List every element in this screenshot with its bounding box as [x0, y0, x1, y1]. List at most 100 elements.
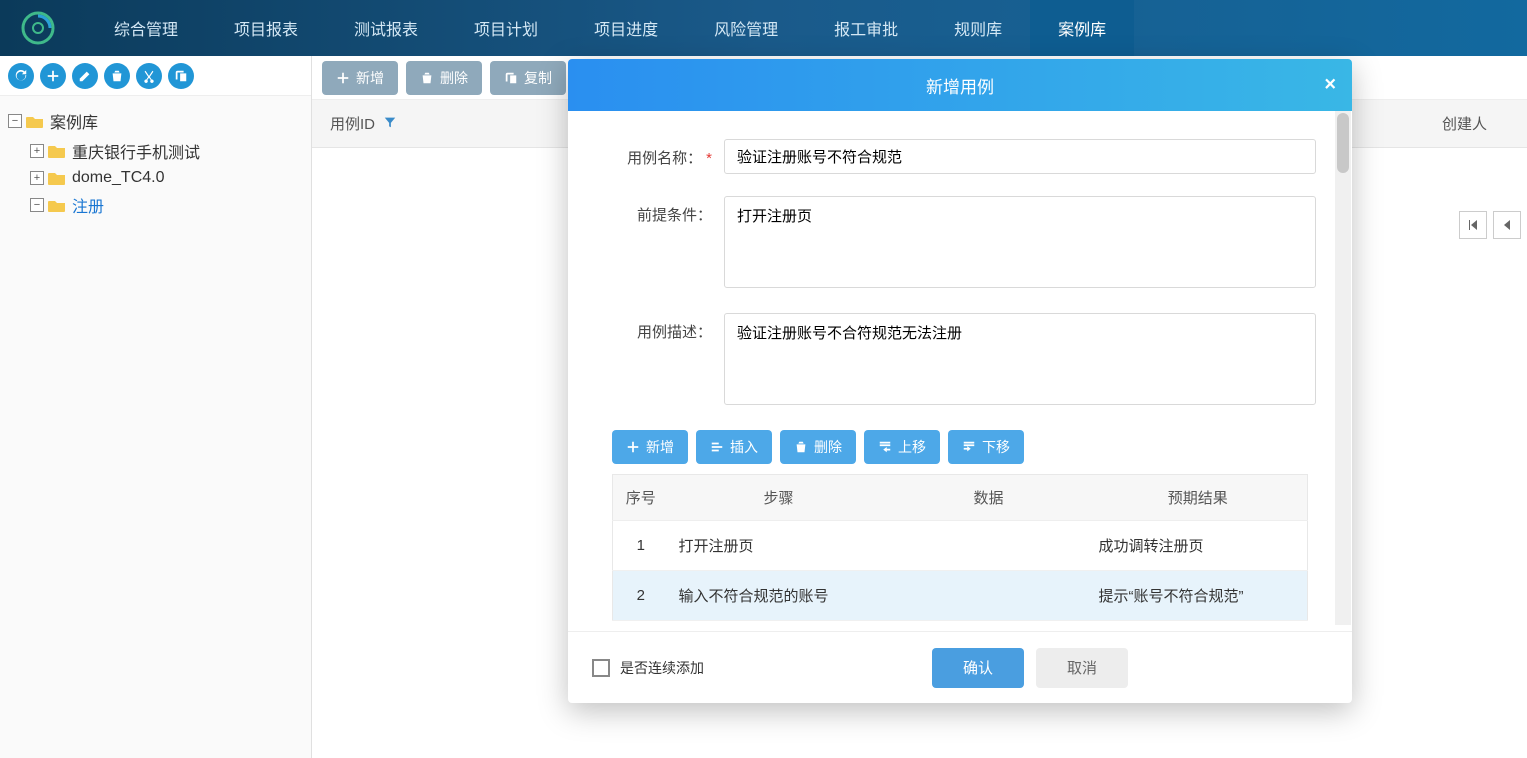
cell-seq: 1: [613, 521, 669, 571]
nav-item-3[interactable]: 项目计划: [446, 0, 566, 56]
cut-icon[interactable]: [136, 63, 162, 89]
cell-step: 输入不符合规范的账号: [669, 571, 889, 621]
continuous-add-label: 是否连续添加: [620, 658, 704, 678]
insert-icon: [710, 440, 724, 454]
add-usecase-modal: 新增用例 × 用例名称：* 前提条件： 打开注册页 用例描述： 验证注册账号不合…: [568, 59, 1352, 703]
copy-button[interactable]: 复制: [490, 61, 566, 95]
plus-icon: [626, 440, 640, 454]
tree-node-2-label: 注册: [72, 193, 104, 217]
cell-expected: 成功调转注册页: [1089, 521, 1308, 571]
step-row[interactable]: 1 打开注册页 成功调转注册页: [613, 521, 1308, 571]
checkbox-icon: [592, 659, 610, 677]
nav-items: 综合管理 项目报表 测试报表 项目计划 项目进度 风险管理 报工审批 规则库 案…: [86, 0, 1134, 56]
copy-icon: [504, 71, 518, 85]
step-up-button[interactable]: 上移: [864, 430, 940, 464]
precondition-input[interactable]: 打开注册页: [724, 196, 1316, 288]
nav-item-7[interactable]: 规则库: [926, 0, 1030, 56]
label-name: 用例名称：*: [604, 139, 724, 174]
pager-prev-button[interactable]: [1493, 211, 1521, 239]
add-button-label: 新增: [356, 68, 384, 88]
nav-item-4[interactable]: 项目进度: [566, 0, 686, 56]
th-step[interactable]: 步骤: [669, 475, 889, 521]
nav-item-8[interactable]: 案例库: [1030, 0, 1134, 56]
nav-item-1[interactable]: 项目报表: [206, 0, 326, 56]
step-row[interactable]: 2 输入不符合规范的账号 提示“账号不符合规范”: [613, 571, 1308, 621]
label-precondition: 前提条件：: [604, 196, 724, 291]
tree: − 案例库 + 重庆银行手机测试 + dome_TC4.0 −: [0, 96, 311, 230]
arrow-up-icon: [878, 440, 892, 454]
refresh-icon[interactable]: [8, 63, 34, 89]
label-description: 用例描述：: [604, 313, 724, 408]
cell-seq: 2: [613, 571, 669, 621]
cell-step: 打开注册页: [669, 521, 889, 571]
tree-root-label: 案例库: [50, 109, 98, 133]
cancel-button[interactable]: 取消: [1036, 648, 1128, 688]
step-down-button[interactable]: 下移: [948, 430, 1024, 464]
arrow-down-icon: [962, 440, 976, 454]
step-add-button[interactable]: 新增: [612, 430, 688, 464]
delete-button[interactable]: 删除: [406, 61, 482, 95]
nav-item-2[interactable]: 测试报表: [326, 0, 446, 56]
step-down-label: 下移: [982, 437, 1010, 457]
step-add-label: 新增: [646, 437, 674, 457]
folder-open-icon: [48, 198, 66, 212]
col-usecase-id[interactable]: 用例ID: [312, 113, 542, 134]
cell-data: [889, 521, 1089, 571]
confirm-button[interactable]: 确认: [932, 648, 1024, 688]
collapse-icon[interactable]: −: [30, 198, 44, 212]
filter-icon[interactable]: [383, 115, 397, 133]
tree-node-0[interactable]: + 重庆银行手机测试: [30, 136, 303, 166]
pager-first-button[interactable]: [1459, 211, 1487, 239]
app-logo: [20, 10, 56, 46]
tree-node-1[interactable]: + dome_TC4.0: [30, 166, 303, 190]
tree-node-0-label: 重庆银行手机测试: [72, 139, 200, 163]
plus-icon[interactable]: [40, 63, 66, 89]
folder-icon: [48, 144, 66, 158]
trash-icon[interactable]: [104, 63, 130, 89]
modal-footer: 是否连续添加 确认 取消: [568, 631, 1352, 703]
collapse-icon[interactable]: −: [8, 114, 22, 128]
modal-header: 新增用例 ×: [568, 59, 1352, 111]
expand-icon[interactable]: +: [30, 171, 44, 185]
col-creator-label: 创建人: [1442, 113, 1487, 134]
usecase-name-input[interactable]: [724, 139, 1316, 174]
cell-expected: 提示“账号不符合规范”: [1089, 571, 1308, 621]
sidebar: − 案例库 + 重庆银行手机测试 + dome_TC4.0 −: [0, 56, 312, 758]
edit-icon[interactable]: [72, 63, 98, 89]
modal-title: 新增用例: [926, 73, 994, 98]
close-icon[interactable]: ×: [1324, 74, 1336, 97]
col-creator[interactable]: 创建人: [1424, 113, 1527, 134]
nav-item-0[interactable]: 综合管理: [86, 0, 206, 56]
trash-icon: [420, 71, 434, 85]
step-insert-label: 插入: [730, 437, 758, 457]
modal-body: 用例名称：* 前提条件： 打开注册页 用例描述： 验证注册账号不合符规范无法注册…: [568, 111, 1352, 631]
expand-icon[interactable]: +: [30, 144, 44, 158]
th-data[interactable]: 数据: [889, 475, 1089, 521]
step-insert-button[interactable]: 插入: [696, 430, 772, 464]
folder-icon: [48, 171, 66, 185]
side-toolbar: [0, 56, 311, 96]
tree-node-2[interactable]: − 注册: [30, 190, 303, 220]
continuous-add-checkbox[interactable]: 是否连续添加: [592, 658, 704, 678]
tree-root[interactable]: − 案例库: [8, 106, 303, 136]
step-toolbar: 新增 插入 删除 上移 下移: [604, 430, 1316, 464]
trash-icon: [794, 440, 808, 454]
delete-button-label: 删除: [440, 68, 468, 88]
modal-scrollbar[interactable]: [1335, 111, 1351, 625]
pager: [1459, 211, 1521, 239]
folder-open-icon: [26, 114, 44, 128]
description-input[interactable]: 验证注册账号不合符规范无法注册: [724, 313, 1316, 405]
nav-item-5[interactable]: 风险管理: [686, 0, 806, 56]
th-expected[interactable]: 预期结果: [1089, 475, 1308, 521]
add-button[interactable]: 新增: [322, 61, 398, 95]
scrollbar-thumb[interactable]: [1337, 113, 1349, 173]
cell-data: [889, 571, 1089, 621]
step-delete-button[interactable]: 删除: [780, 430, 856, 464]
top-nav: 综合管理 项目报表 测试报表 项目计划 项目进度 风险管理 报工审批 规则库 案…: [0, 0, 1527, 56]
col-usecase-id-label: 用例ID: [330, 113, 375, 134]
nav-item-6[interactable]: 报工审批: [806, 0, 926, 56]
copy-button-label: 复制: [524, 68, 552, 88]
copy-icon[interactable]: [168, 63, 194, 89]
plus-icon: [336, 71, 350, 85]
th-seq[interactable]: 序号: [613, 475, 669, 521]
